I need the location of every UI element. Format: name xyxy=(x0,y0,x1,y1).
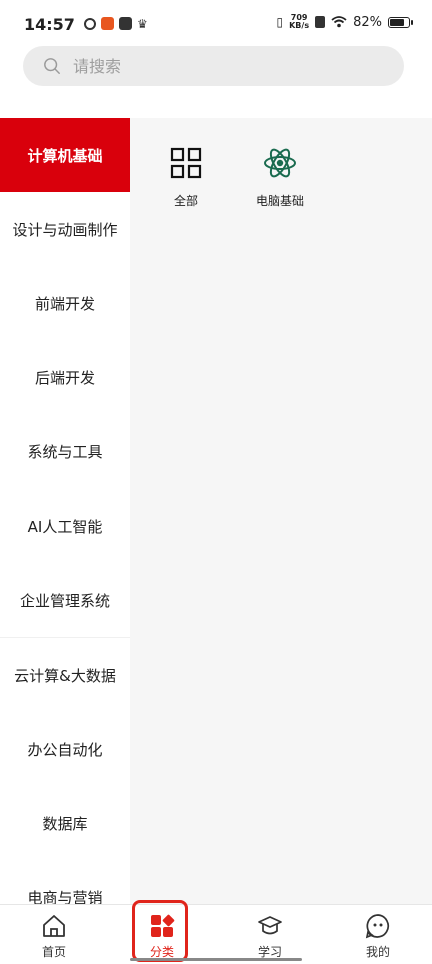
sidebar-item-cloud-bigdata[interactable]: 云计算&大数据 xyxy=(0,638,130,712)
sidebar-item-label: 设计与动画制作 xyxy=(12,220,118,239)
sidebar-item-enterprise[interactable]: 企业管理系统 xyxy=(0,563,130,637)
sidebar-item-ecommerce[interactable]: 电商与营销 xyxy=(0,861,130,904)
grid-icon xyxy=(170,147,202,179)
message-icon xyxy=(119,17,132,30)
status-bar: 14:57 ♛ ▯ 709 KB/s 82% xyxy=(0,0,432,44)
nav-label: 首页 xyxy=(41,945,66,959)
search-bar[interactable] xyxy=(23,46,404,86)
battery-percent: 82% xyxy=(353,14,382,30)
subcategory-all[interactable]: 全部 xyxy=(146,146,226,209)
net-speed-unit: KB/s xyxy=(289,21,310,30)
nav-profile[interactable]: 我的 xyxy=(324,905,432,964)
graduation-cap-icon xyxy=(258,916,282,935)
sidebar-item-label: 云计算&大数据 xyxy=(14,666,116,685)
sidebar-item-frontend[interactable]: 前端开发 xyxy=(0,266,130,340)
atom-icon xyxy=(264,148,296,178)
sidebar-item-label: 办公自动化 xyxy=(27,741,103,760)
no-sim-icon xyxy=(315,16,326,28)
sidebar-item-label: 电商与营销 xyxy=(27,889,103,904)
profile-icon xyxy=(365,914,390,939)
nav-home[interactable]: 首页 xyxy=(0,905,108,964)
status-time: 14:57 xyxy=(24,15,75,34)
sidebar-item-label: 企业管理系统 xyxy=(19,591,110,610)
sidebar-item-label: 系统与工具 xyxy=(27,443,103,462)
sidebar-item-design-animation[interactable]: 设计与动画制作 xyxy=(0,192,130,266)
sidebar-item-ai[interactable]: AI人工智能 xyxy=(0,489,130,563)
notification-icons: ♛ xyxy=(84,17,148,30)
home-indicator xyxy=(130,958,302,961)
sidebar-item-computer-basics[interactable]: 计算机基础 xyxy=(0,118,130,193)
battery-icon xyxy=(388,16,413,28)
sidebar-item-systems-tools[interactable]: 系统与工具 xyxy=(0,415,130,489)
subcategory-label: 电脑基础 xyxy=(255,194,304,208)
category-sidebar: 计算机基础 设计与动画制作 前端开发 后端开发 系统与工具 AI人工智能 企业管… xyxy=(0,118,130,904)
sidebar-item-backend[interactable]: 后端开发 xyxy=(0,341,130,415)
subcategory-panel: 全部 电脑基础 xyxy=(130,118,432,904)
status-right: ▯ 709 KB/s 82% xyxy=(276,14,413,30)
sidebar-item-label: AI人工智能 xyxy=(27,517,103,536)
wifi-icon xyxy=(331,16,347,28)
active-tab-highlight xyxy=(132,900,188,962)
subcategory-computer-basics[interactable]: 电脑基础 xyxy=(240,146,320,209)
vibrate-icon: ▯ xyxy=(276,15,284,29)
nav-learning[interactable]: 学习 xyxy=(216,905,324,964)
nav-label: 我的 xyxy=(365,945,390,959)
bottom-nav: 首页 分类 学习 我的 xyxy=(0,904,432,964)
sidebar-item-label: 前端开发 xyxy=(34,294,95,313)
search-icon xyxy=(44,58,60,74)
home-icon xyxy=(43,915,65,937)
crown-icon: ♛ xyxy=(137,16,148,31)
sync-icon xyxy=(84,17,96,30)
sidebar-item-database[interactable]: 数据库 xyxy=(0,787,130,861)
net-speed: 709 KB/s xyxy=(289,14,309,30)
sidebar-item-label: 计算机基础 xyxy=(27,146,103,165)
subcategory-label: 全部 xyxy=(173,194,198,208)
app-notification-icon xyxy=(101,17,114,30)
sidebar-item-label: 数据库 xyxy=(42,815,88,834)
sidebar-item-label: 后端开发 xyxy=(34,369,95,388)
search-input[interactable] xyxy=(73,56,353,76)
sidebar-item-office[interactable]: 办公自动化 xyxy=(0,713,130,787)
